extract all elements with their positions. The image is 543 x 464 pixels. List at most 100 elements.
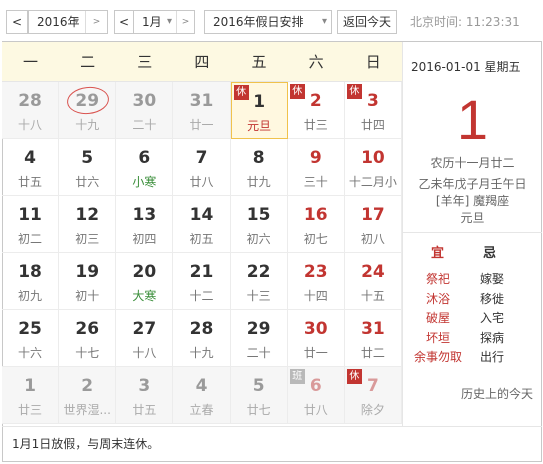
day-number: 7 [195,148,208,168]
day-number: 31 [361,319,385,339]
day-cell[interactable]: 16 初七 [287,196,345,253]
lunar-label: 初二 [18,232,43,246]
day-number: 5 [81,148,94,168]
day-cell[interactable]: 9 三十 [287,139,345,196]
day-cell[interactable]: 23 十四 [287,253,345,310]
day-cell[interactable]: 18 初九 [2,253,60,310]
day-cell[interactable]: 12 初三 [59,196,117,253]
day-cell[interactable]: 5 廿七 [230,367,288,424]
day-cell[interactable]: 14 初五 [173,196,231,253]
day-number: 24 [361,262,385,282]
lunar-date: 农历十一月廿二 [430,156,515,170]
holiday-note: 1月1日放假，与周末连休。 [2,426,542,462]
day-cell[interactable]: 22 十三 [230,253,288,310]
day-cell[interactable]: 1 廿三 [2,367,60,424]
day-number: 17 [361,205,385,225]
day-number: 22 [246,262,271,282]
lunar-label: 十九 [189,346,214,360]
day-cell[interactable]: 休 2 廿三 [287,82,345,139]
day-number: 14 [189,205,214,225]
month-next-button[interactable]: > [176,11,194,33]
lunar-label: 除夕 [360,403,385,417]
day-cell[interactable]: 10 十二月小 [344,139,402,196]
chevron-down-icon: ▾ [321,16,327,27]
chevron-left-icon: < [11,15,23,29]
ji-title: 忌 [483,246,497,261]
lunar-label: 廿三 [18,403,43,417]
day-number: 6 [309,376,322,396]
day-cell[interactable]: 21 十二 [173,253,231,310]
lunar-label: 十八 [132,346,157,360]
lunar-label: 廿九 [246,175,271,189]
year-select[interactable]: 2016年 ▾ > [28,10,108,34]
day-detail-panel: 2016-01-01 星期五 1 农历十一月廿二 乙未年戊子月壬午日 [羊年] … [402,42,542,426]
day-cell[interactable]: 27 十八 [116,310,174,367]
lunar-label: 立春 [189,403,214,417]
lunar-label: 十七 [75,346,100,360]
day-number: 31 [189,91,214,111]
day-cell[interactable]: 8 廿九 [230,139,288,196]
day-cell[interactable]: 29 十九 [59,82,117,139]
day-number: 30 [132,91,157,111]
lunar-label: 十三 [246,289,271,303]
lunar-label: 廿五 [18,175,43,189]
month-select[interactable]: 1月 ▾ > [133,10,195,34]
day-cell[interactable]: 24 十五 [344,253,402,310]
day-cell[interactable]: 11 初二 [2,196,60,253]
lunar-label: 廿一 [303,346,328,360]
lunar-label: 初十 [75,289,100,303]
day-cell[interactable]: 31 廿一 [173,82,231,139]
lunar-label: 三十 [303,175,328,189]
weekday-fri: 五 [251,53,267,71]
day-cell[interactable]: 20 大寒 [116,253,174,310]
holiday-select[interactable]: 2016年假日安排 ▾ [204,10,332,34]
day-number: 1 [253,92,266,112]
ji-list: 嫁娶 移徙 入宅 探病 出行 [460,270,524,368]
back-to-today-button[interactable]: 返回今天 [337,10,397,34]
day-cell[interactable]: 2 世界湿... [59,367,117,424]
chevron-down-icon: ▾ [166,16,172,27]
day-cell[interactable]: 班 6 廿八 [287,367,345,424]
day-cell[interactable]: 4 廿五 [2,139,60,196]
lunar-label: 廿六 [75,175,100,189]
month-prev-button[interactable]: < [114,10,134,34]
day-cell[interactable]: 28 十九 [173,310,231,367]
day-cell[interactable]: 13 初四 [116,196,174,253]
day-number: 2 [81,376,94,396]
lunar-label: 十二 [189,289,214,303]
ji-item: 移徙 [479,291,504,306]
day-number: 1 [24,376,36,396]
lunar-label: 廿七 [246,403,271,417]
day-cell[interactable]: 30 二十 [116,82,174,139]
day-cell[interactable]: 30 廿一 [287,310,345,367]
day-number: 3 [366,91,379,111]
day-cell[interactable]: 26 十七 [59,310,117,367]
day-number: 28 [18,91,42,111]
ji-item: 出行 [479,350,504,364]
day-cell[interactable]: 6 小寒 [116,139,174,196]
year-prev-button[interactable]: < [6,10,28,34]
day-number: 2 [309,91,322,111]
day-cell[interactable]: 31 廿二 [344,310,402,367]
day-cell[interactable]: 25 十六 [2,310,60,367]
day-number: 13 [132,205,157,225]
day-cell[interactable]: 15 初六 [230,196,288,253]
history-today-link[interactable]: 历史上的今天 [461,385,533,402]
yi-title: 宜 [431,246,445,261]
day-cell[interactable]: 休 3 廿四 [344,82,402,139]
day-cell[interactable]: 17 初八 [344,196,402,253]
day-cell[interactable]: 7 廿八 [173,139,231,196]
day-number: 23 [303,262,328,282]
day-cell[interactable]: 28 十八 [2,82,60,139]
day-cell[interactable]: 19 初十 [59,253,117,310]
day-cell[interactable]: 3 廿五 [116,367,174,424]
day-cell[interactable]: 4 立春 [173,367,231,424]
year-next-button[interactable]: > [85,11,107,33]
chevron-right-icon: > [181,17,190,27]
chevron-left-icon: < [118,15,130,29]
day-cell[interactable]: 29 二十 [230,310,288,367]
day-cell[interactable]: 5 廿六 [59,139,117,196]
day-cell[interactable]: 休 7 除夕 [344,367,402,424]
day-cell[interactable]: 休 1 元旦 [230,82,288,139]
ji-item: 嫁娶 [479,272,504,286]
